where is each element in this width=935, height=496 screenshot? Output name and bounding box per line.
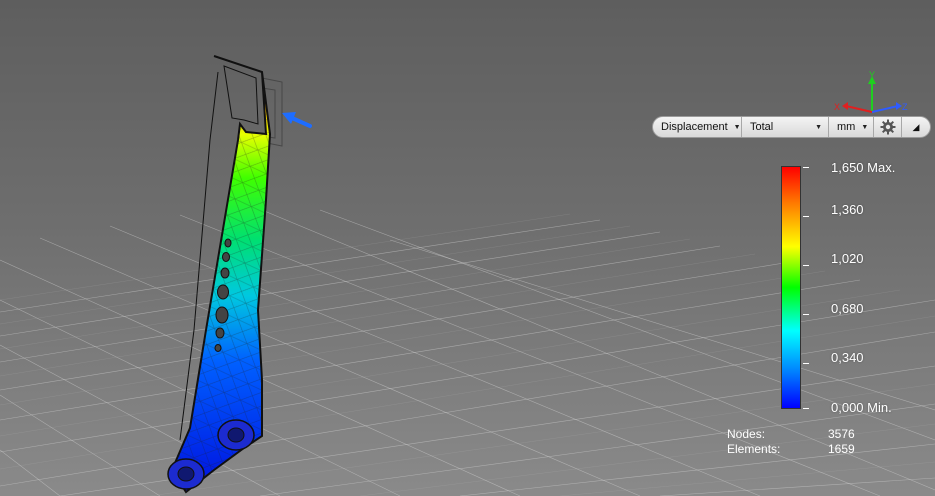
result-toolbar: Displacement ▼ Total ▼ mm ▼ ◢ [652, 116, 931, 138]
hole-3 [220, 267, 230, 279]
settings-button[interactable] [874, 117, 902, 137]
axis-y-label: Y [869, 70, 875, 80]
hole-7 [214, 344, 222, 352]
legend-label: 1,360 [831, 202, 864, 217]
elements-label: Elements: [727, 442, 781, 456]
legend-label: 1,020 [831, 251, 864, 266]
component-dropdown[interactable]: Total ▼ [742, 117, 829, 137]
result-type-value: Displacement [661, 121, 728, 133]
hole-6 [215, 327, 225, 339]
hole-2 [222, 252, 230, 262]
legend-tick [803, 167, 809, 168]
legend-tick [803, 363, 809, 364]
axis-triad[interactable]: Y Z X [834, 70, 908, 113]
collapse-button[interactable]: ◢ [902, 117, 930, 137]
legend-label-min: 0,000 Min. [831, 400, 892, 415]
hole-1 [224, 238, 232, 248]
nodes-label: Nodes: [727, 427, 766, 441]
color-scale-bar [781, 166, 801, 409]
component-value: Total [750, 121, 774, 133]
legend-tick [803, 408, 809, 409]
legend-label: 0,680 [831, 301, 864, 316]
triangle-icon: ◢ [912, 121, 920, 132]
elements-value: 1659 [828, 442, 855, 456]
legend-tick [803, 314, 809, 315]
gear-icon [880, 119, 895, 135]
unit-value: mm [837, 121, 856, 133]
load-arrow-icon[interactable] [282, 112, 312, 128]
unit-dropdown[interactable]: mm ▼ [829, 117, 874, 137]
legend-label-max: 1,650 Max. [831, 160, 896, 175]
legend-label: 0,340 [831, 350, 864, 365]
legend-tick [803, 265, 809, 266]
legend-tick [803, 216, 809, 217]
axis-x-label: X [834, 102, 840, 112]
hole-4 [217, 284, 229, 300]
deformed-part[interactable] [167, 55, 272, 494]
chevron-down-icon: ▼ [815, 123, 822, 131]
axis-z-label: Z [902, 102, 908, 112]
hole-5 [215, 306, 229, 324]
result-type-dropdown[interactable]: Displacement ▼ [653, 117, 742, 137]
chevron-down-icon: ▼ [861, 123, 869, 131]
nodes-value: 3576 [828, 427, 855, 441]
chevron-down-icon: ▼ [733, 123, 741, 131]
